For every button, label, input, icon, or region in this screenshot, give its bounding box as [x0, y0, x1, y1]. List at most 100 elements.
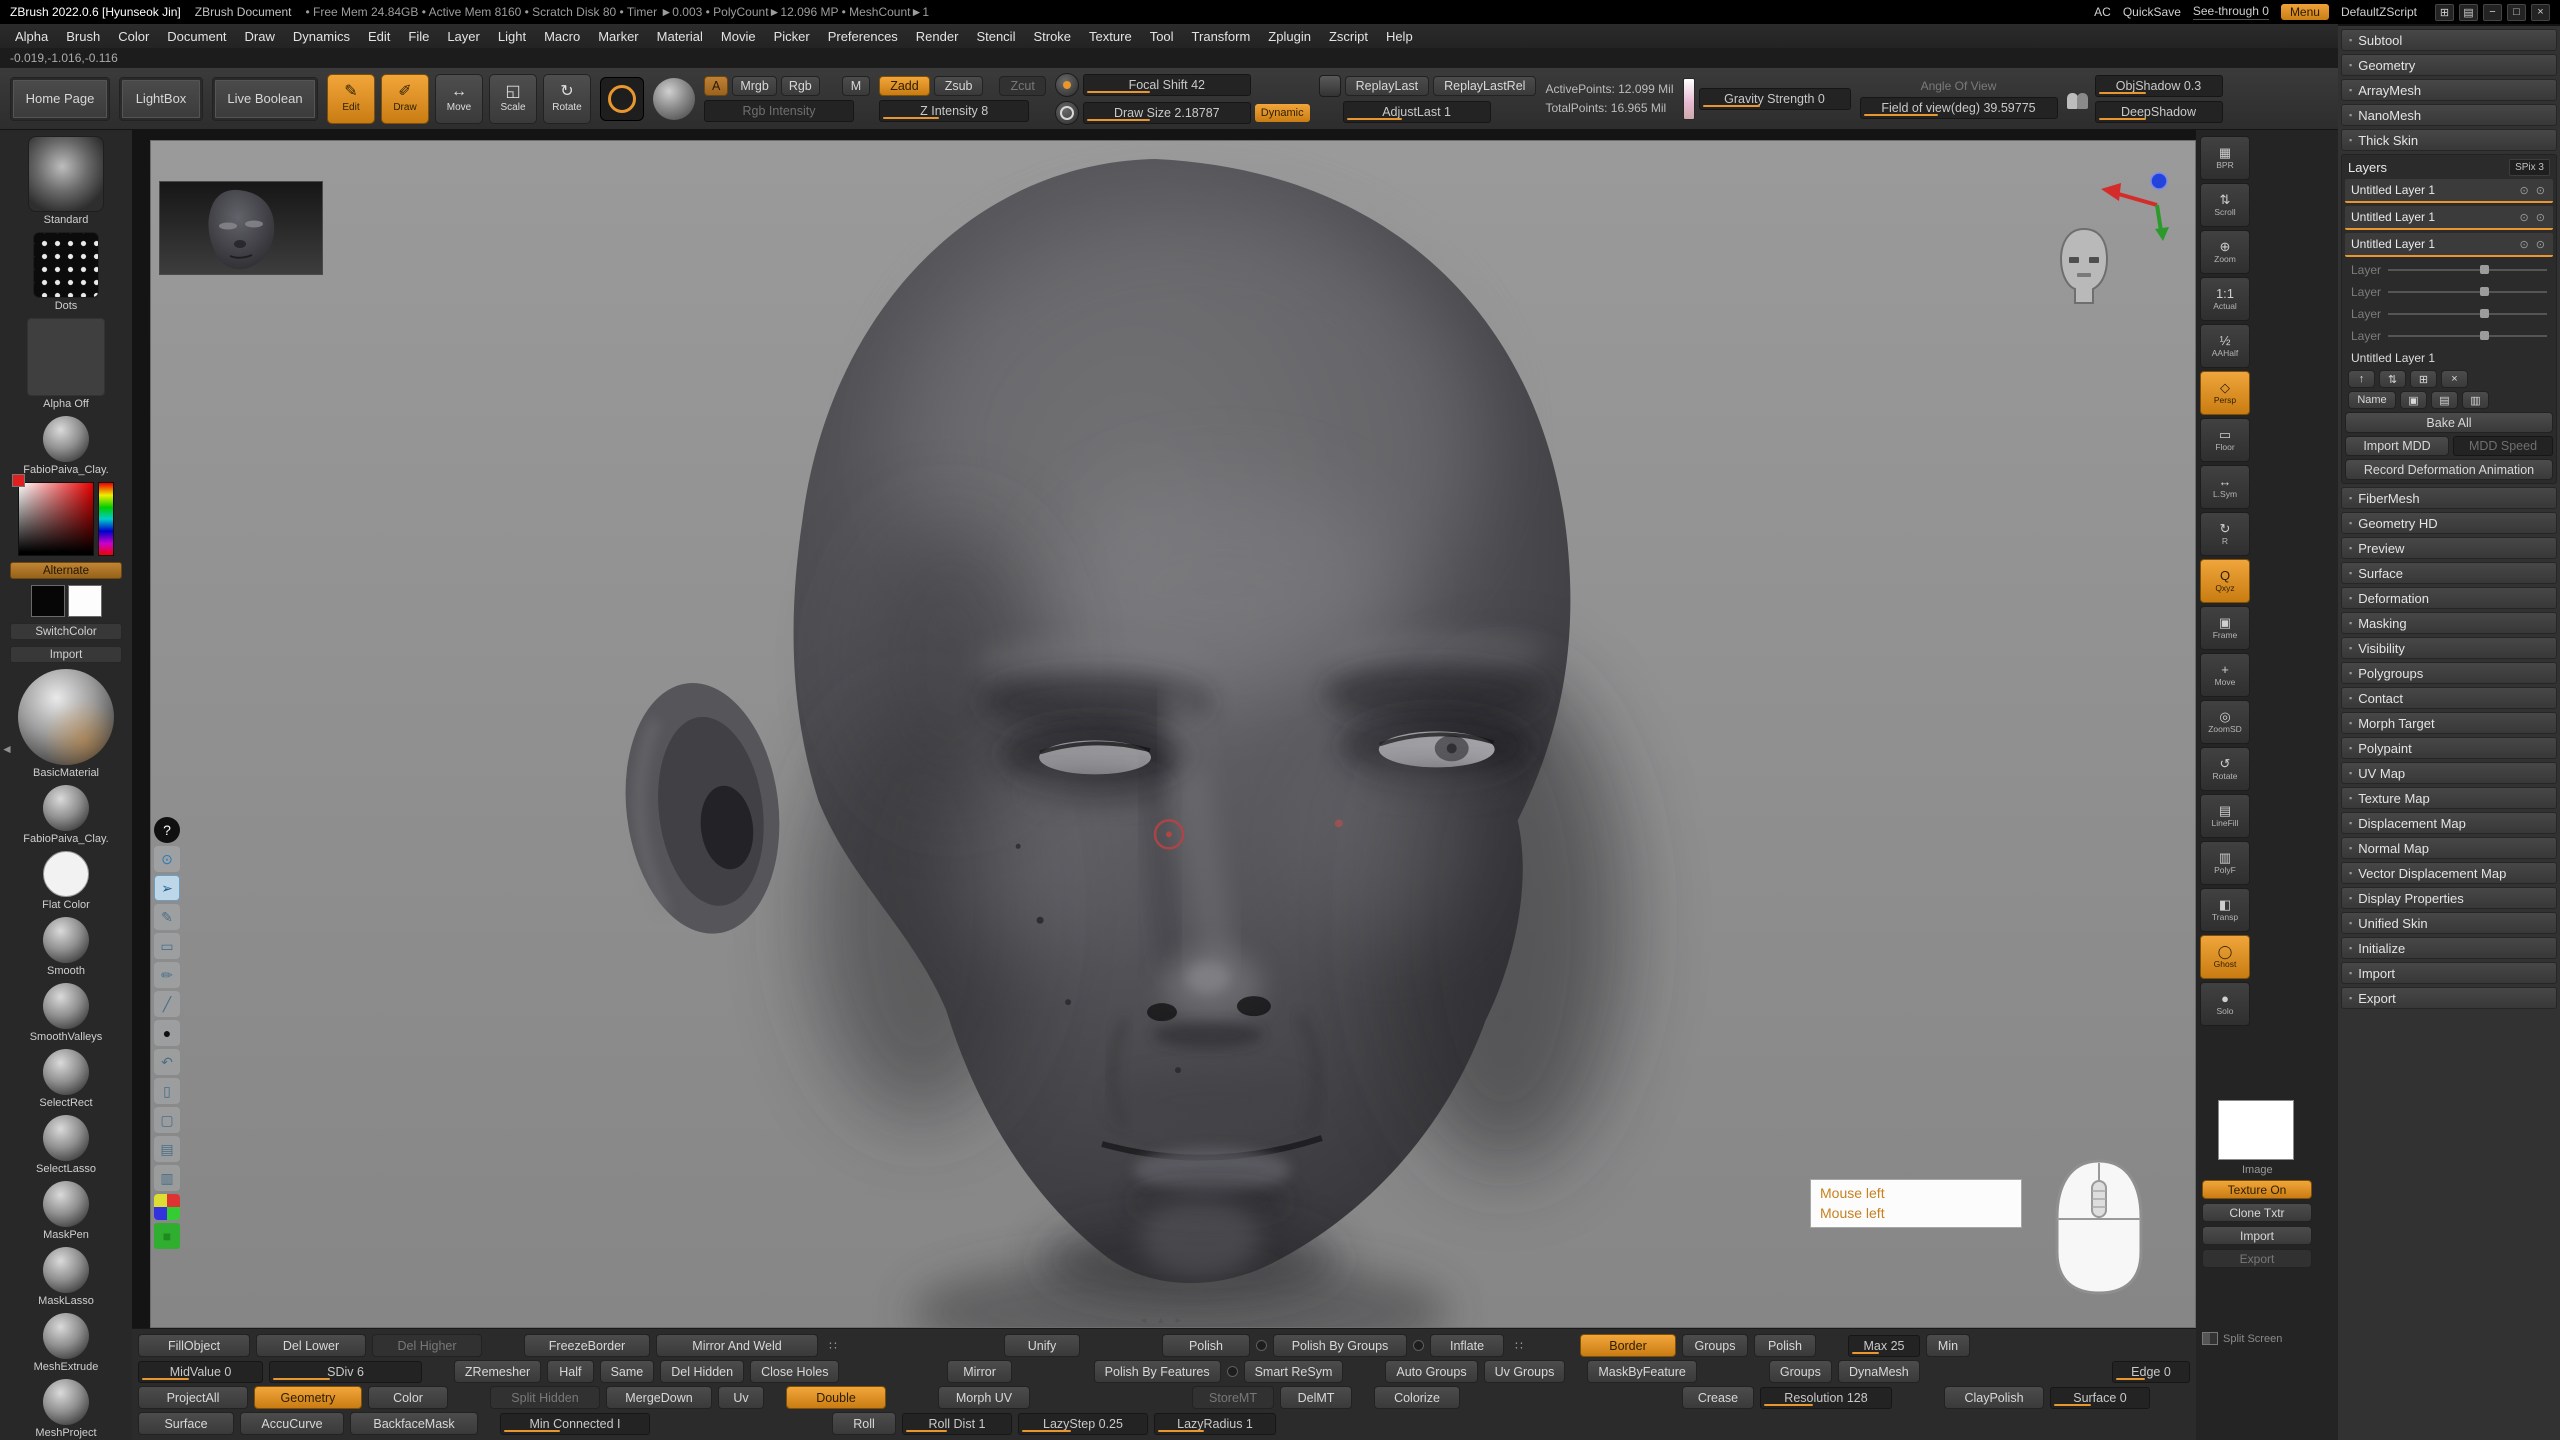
stroke-preview-icon[interactable] — [653, 78, 695, 120]
panel-section-header[interactable]: Masking — [2341, 612, 2557, 634]
canvas-tool-button[interactable]: ▭ — [154, 933, 180, 959]
obj-shadow-slider[interactable]: ObjShadow 0.3 — [2095, 75, 2223, 97]
replay-last-rel-button[interactable]: ReplayLastRel — [1433, 76, 1536, 96]
lazy-step-slider[interactable]: LazyStep 0.25 — [1018, 1413, 1148, 1435]
zsub-button[interactable]: Zsub — [934, 76, 984, 96]
shelf-button[interactable]: ↻ R — [2200, 512, 2250, 556]
panel-section-header[interactable]: Deformation — [2341, 587, 2557, 609]
polish-button[interactable]: Polish — [1162, 1334, 1250, 1357]
color-picker[interactable] — [18, 482, 114, 556]
split-hidden-button[interactable]: Split Hidden — [490, 1386, 600, 1409]
geometry-button[interactable]: Geometry — [254, 1386, 362, 1409]
project-all-button[interactable]: ProjectAll — [138, 1386, 248, 1409]
panel-section-header[interactable]: Subtool — [2341, 29, 2557, 51]
panel-section-header[interactable]: UV Map — [2341, 762, 2557, 784]
draw-size-slider[interactable]: Draw Size 2.18787 — [1083, 102, 1251, 124]
zremesher-button[interactable]: ZRemesher — [454, 1360, 541, 1383]
merge-down-button[interactable]: MergeDown — [606, 1386, 712, 1409]
empty-layer-row[interactable]: Layer — [2345, 282, 2553, 302]
menu-item[interactable]: Marker — [589, 27, 647, 46]
shelf-button[interactable]: ▭ Floor — [2200, 418, 2250, 462]
window-control-button[interactable]: × — [2531, 4, 2550, 21]
empty-layer-row[interactable]: Layer — [2345, 304, 2553, 324]
freeze-border-button[interactable]: FreezeBorder — [524, 1334, 650, 1357]
store-mt-button[interactable]: StoreMT — [1192, 1386, 1274, 1409]
canvas-tool-button[interactable]: ▦ — [154, 1194, 180, 1220]
colorize-button[interactable]: Colorize — [1374, 1386, 1460, 1409]
layer-name-button[interactable]: Name — [2348, 391, 2396, 409]
layer-tool-button[interactable]: ▥ — [2462, 391, 2489, 409]
mrgb-button[interactable]: Mrgb — [732, 76, 776, 96]
sculpted-head-model[interactable] — [151, 141, 2195, 1328]
rgb-button[interactable]: Rgb — [781, 76, 820, 96]
shelf-button[interactable]: ▦ BPR — [2200, 136, 2250, 180]
texture-import-button[interactable]: Import — [2202, 1226, 2312, 1245]
layer-tool-button[interactable]: ▤ — [2431, 391, 2458, 409]
menu-item[interactable]: Picker — [765, 27, 819, 46]
layer-tool-button[interactable]: ▣ — [2400, 391, 2427, 409]
layer-row[interactable]: Untitled Layer 1 — [2345, 179, 2553, 203]
roll-button[interactable]: Roll — [832, 1412, 896, 1435]
panel-section-header[interactable]: Initialize — [2341, 937, 2557, 959]
palette-item[interactable]: MeshProject — [35, 1379, 96, 1439]
layer-tool-button[interactable]: ⇅ — [2379, 370, 2406, 388]
layer-slider-track[interactable] — [2388, 291, 2547, 293]
palette-item[interactable]: Smooth — [43, 917, 89, 977]
mode-button[interactable]: ✎ Edit — [327, 74, 375, 124]
canvas-tool-button[interactable]: ✏ — [154, 962, 180, 988]
uv-button[interactable]: Uv — [718, 1386, 764, 1409]
menu-item[interactable]: Stroke — [1024, 27, 1080, 46]
half-button[interactable]: Half — [547, 1360, 593, 1383]
same-button[interactable]: Same — [600, 1360, 655, 1383]
layer-row[interactable]: Untitled Layer 1 — [2345, 233, 2553, 257]
shelf-button[interactable]: ▥ PolyF — [2200, 841, 2250, 885]
deep-shadow-slider[interactable]: DeepShadow — [2095, 101, 2223, 123]
shelf-button[interactable]: + Move — [2200, 653, 2250, 697]
menu-item[interactable]: Document — [158, 27, 235, 46]
dynamesh-polish-button[interactable]: Polish — [1754, 1334, 1816, 1357]
shelf-button[interactable]: ↔ L.Sym — [2200, 465, 2250, 509]
secondary-color-swatch[interactable] — [68, 585, 102, 617]
quicksave-button[interactable]: QuickSave — [2123, 5, 2181, 19]
canvas-tool-button[interactable]: ● — [154, 1020, 180, 1046]
menu-item[interactable]: Macro — [535, 27, 589, 46]
texture-preview[interactable] — [2218, 1100, 2294, 1160]
palette-item[interactable]: Flat Color — [42, 851, 90, 911]
uv-groups-button[interactable]: Uv Groups — [1484, 1360, 1566, 1383]
shelf-button[interactable]: 1:1 Actual — [2200, 277, 2250, 321]
main-color-swatch[interactable] — [31, 585, 65, 617]
live-boolean-button[interactable]: Live Boolean — [212, 77, 318, 121]
menu-item[interactable]: Zscript — [1320, 27, 1377, 46]
menu-item[interactable]: Transform — [1183, 27, 1260, 46]
menu-item[interactable]: File — [399, 27, 438, 46]
del-lower-button[interactable]: Del Lower — [256, 1334, 366, 1357]
del-mt-button[interactable]: DelMT — [1280, 1386, 1352, 1409]
window-control-button[interactable]: − — [2483, 4, 2502, 21]
layer-tool-button[interactable]: ↑ — [2348, 370, 2375, 388]
mode-button[interactable]: ↔ Move — [435, 74, 483, 124]
palette-item[interactable]: Standard — [28, 136, 104, 226]
shelf-button[interactable]: ● Solo — [2200, 982, 2250, 1026]
shelf-button[interactable]: ⊕ Zoom — [2200, 230, 2250, 274]
texture-export-button[interactable]: Export — [2202, 1249, 2312, 1268]
color-button[interactable]: Color — [368, 1386, 448, 1409]
layers-header[interactable]: Layers SPix 3 — [2345, 158, 2553, 176]
see-through-slider[interactable]: See-through 0 — [2193, 4, 2269, 20]
resolution-slider[interactable]: Resolution 128 — [1760, 1387, 1892, 1409]
panel-section-header[interactable]: ArrayMesh — [2341, 79, 2557, 101]
focal-shift-slider[interactable]: Focal Shift 42 — [1083, 74, 1251, 96]
canvas-scroll-hint[interactable]: ◄ ▲ ► — [1139, 1315, 1186, 1325]
zcut-button[interactable]: Zcut — [999, 76, 1045, 96]
double-button[interactable]: Double — [786, 1386, 886, 1409]
shelf-button[interactable]: Q Qxyz — [2200, 559, 2250, 603]
lightbox-button[interactable]: LightBox — [119, 77, 203, 121]
del-hidden-button[interactable]: Del Hidden — [660, 1360, 744, 1383]
m-button[interactable]: M — [842, 76, 870, 96]
canvas-tool-button[interactable]: ▢ — [154, 1107, 180, 1133]
z-intensity-slider[interactable]: Z Intensity 8 — [879, 100, 1029, 122]
dynamic-toggle[interactable]: Dynamic — [1255, 104, 1310, 122]
bake-all-button[interactable]: Bake All — [2345, 412, 2553, 433]
polish-groups-mode-dot[interactable] — [1413, 1340, 1424, 1351]
shelf-button[interactable]: ◎ ZoomSD — [2200, 700, 2250, 744]
menu-item[interactable]: Help — [1377, 27, 1422, 46]
